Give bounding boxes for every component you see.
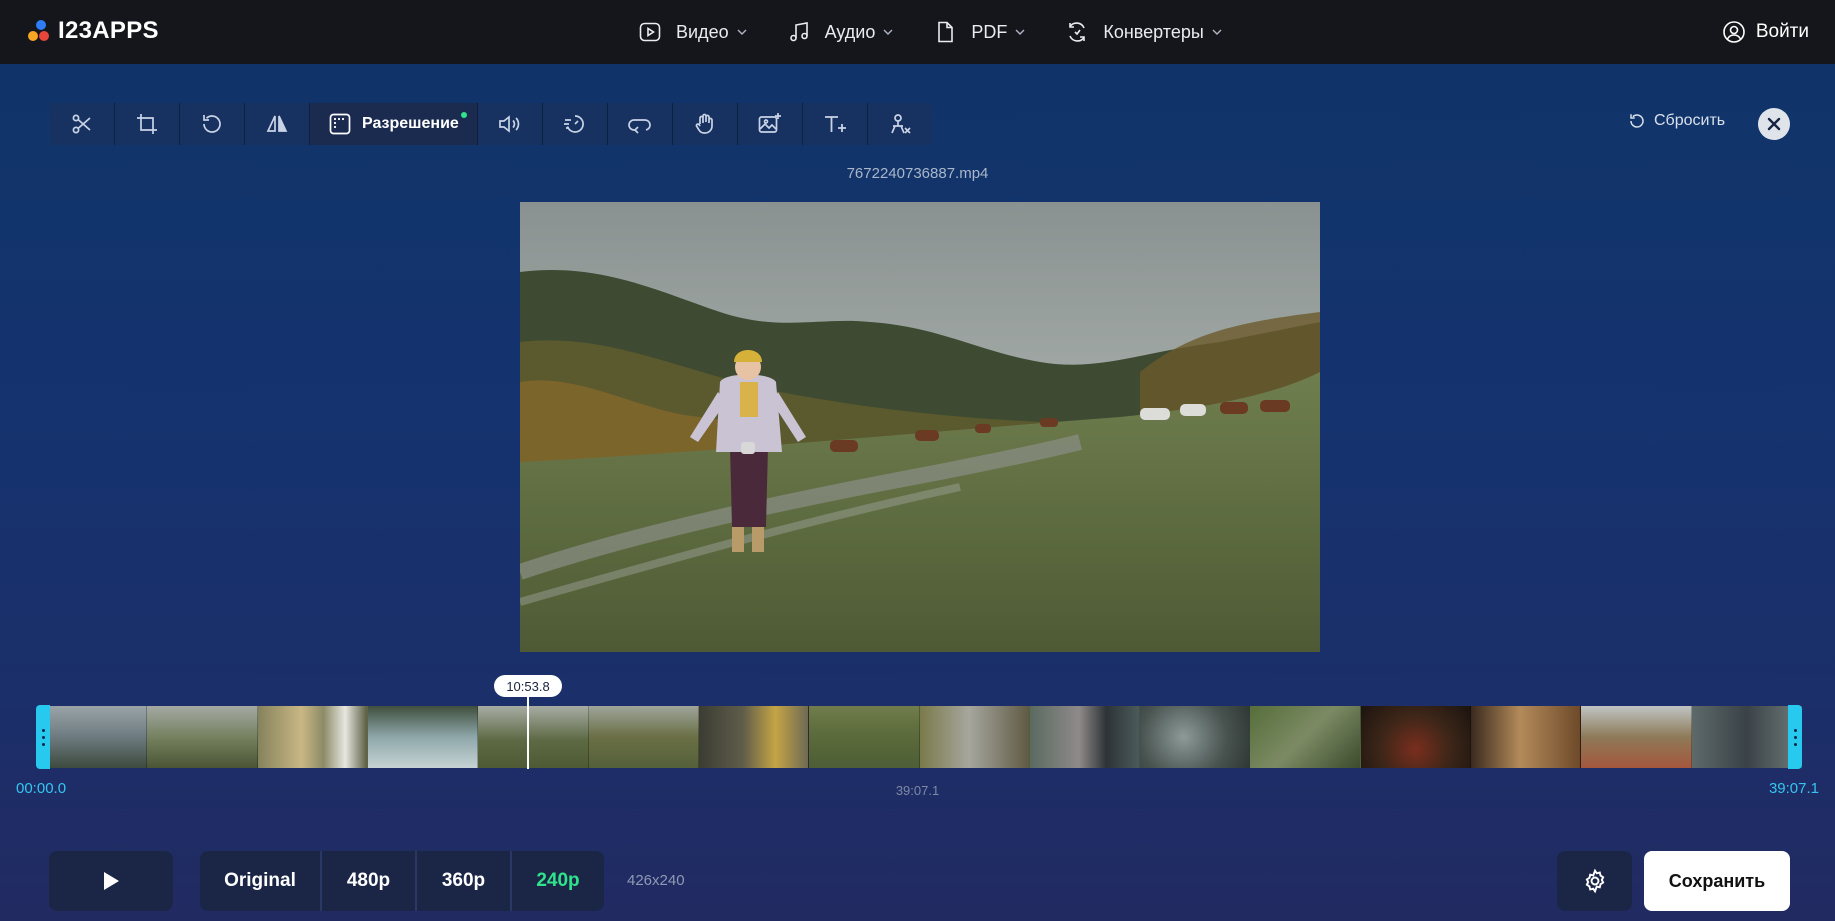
play-button[interactable] <box>49 851 173 911</box>
timeline-thumbnail <box>919 706 1030 768</box>
nav-converters-label: Конвертеры <box>1103 21 1204 42</box>
add-image-icon <box>758 113 781 133</box>
video-preview[interactable] <box>520 202 1320 652</box>
crop-icon <box>137 114 157 134</box>
timeline-thumbnail <box>1029 706 1141 768</box>
hand-icon <box>695 113 713 134</box>
settings-button[interactable] <box>1557 851 1632 911</box>
chevron-down-icon <box>1212 29 1222 35</box>
timeline-thumbnail <box>1581 706 1692 768</box>
nav-pdf[interactable]: PDF <box>933 0 1027 64</box>
output-dimensions: 426x240 <box>627 872 685 889</box>
tool-speed[interactable] <box>543 103 608 145</box>
timeline-thumbnail <box>1360 706 1472 768</box>
timeline-thumbnail <box>367 706 479 768</box>
timeline-thumbnail <box>37 706 148 768</box>
timeline-thumbnail <box>478 706 589 768</box>
timeline-playhead[interactable] <box>527 697 529 769</box>
flip-icon <box>266 115 288 132</box>
volume-icon <box>498 115 520 133</box>
document-icon <box>938 21 954 43</box>
timeline-thumbnail <box>1691 706 1802 768</box>
playhead-time-label: 10:53.8 <box>494 675 562 697</box>
tool-loop[interactable] <box>608 103 673 145</box>
resolution-icon <box>329 113 351 135</box>
tool-cut[interactable] <box>50 103 115 145</box>
nav-audio[interactable]: Аудио <box>787 0 896 64</box>
speed-icon <box>563 115 584 133</box>
file-name: 7672240736887.mp4 <box>846 165 989 182</box>
save-button[interactable]: Сохранить <box>1644 851 1790 911</box>
logo-text: I23APPS <box>58 17 159 44</box>
gear-icon <box>1585 868 1604 894</box>
editor-toolbar: Разрешение <box>50 103 932 145</box>
nav-video[interactable]: Видео <box>638 0 749 64</box>
timeline-thumbnail <box>1140 706 1251 768</box>
close-icon <box>1767 117 1781 131</box>
convert-icon <box>1069 22 1086 42</box>
play-icon <box>104 872 119 890</box>
music-note-icon <box>789 22 808 42</box>
tool-rotate[interactable] <box>180 103 245 145</box>
login-button[interactable]: Войти <box>1722 0 1809 64</box>
rotate-icon <box>203 115 221 133</box>
top-navigation-bar: I23APPS Видео Аудио PDF Конвертеры Войти <box>0 0 1835 64</box>
remove-logo-icon <box>891 114 911 134</box>
nav-converters[interactable]: Конвертеры <box>1065 0 1223 64</box>
trim-handle-end[interactable] <box>1788 705 1802 769</box>
chevron-down-icon <box>1015 29 1025 35</box>
tool-volume[interactable] <box>478 103 543 145</box>
timeline-thumbnail <box>1250 706 1361 768</box>
main-nav: Видео Аудио PDF Конвертеры <box>638 0 1262 64</box>
tool-resolution-label: Разрешение <box>362 115 459 132</box>
reset-button[interactable]: Сбросить <box>1628 112 1725 130</box>
resolution-option-original[interactable]: Original <box>200 851 322 911</box>
timeline-thumbnail-strip[interactable] <box>37 706 1802 768</box>
chevron-down-icon <box>883 29 893 35</box>
scissors-icon <box>72 114 91 134</box>
timeline-thumbnail <box>1471 706 1582 768</box>
close-button[interactable] <box>1758 108 1790 140</box>
tool-crop[interactable] <box>115 103 180 145</box>
play-square-icon <box>639 22 661 42</box>
reset-label: Сбросить <box>1654 112 1726 129</box>
timeline-end-time: 39:07.1 <box>1768 780 1819 797</box>
timeline-thumbnail <box>588 706 699 768</box>
logo[interactable]: I23APPS <box>28 16 159 46</box>
user-circle-icon <box>1723 21 1745 43</box>
tool-add-text[interactable] <box>803 103 868 145</box>
resolution-option-360p[interactable]: 360p <box>417 851 512 911</box>
logo-mark-icon <box>28 19 52 43</box>
timeline-thumbnail <box>698 706 810 768</box>
nav-pdf-label: PDF <box>971 21 1008 42</box>
timeline-thumbnail <box>147 706 258 768</box>
tool-add-image[interactable] <box>738 103 803 145</box>
resolution-option-480p[interactable]: 480p <box>322 851 417 911</box>
tool-resolution[interactable]: Разрешение <box>310 103 478 145</box>
loop-icon <box>628 119 651 134</box>
nav-video-label: Видео <box>676 21 729 42</box>
timeline-thumbnail <box>257 706 368 768</box>
nav-audio-label: Аудио <box>824 21 876 42</box>
timeline-duration: 39:07.1 <box>895 783 940 798</box>
tool-remove-logo[interactable] <box>868 103 932 145</box>
video-frame <box>520 202 1320 652</box>
login-label: Войти <box>1755 21 1809 42</box>
active-indicator-dot <box>460 112 467 118</box>
chevron-down-icon <box>737 29 747 35</box>
resolution-option-240p[interactable]: 240p <box>512 851 604 911</box>
trim-handle-start[interactable] <box>36 705 50 769</box>
undo-icon <box>1630 114 1644 128</box>
tool-flip[interactable] <box>245 103 310 145</box>
add-text-icon <box>824 116 846 132</box>
resolution-options: Original 480p 360p 240p <box>200 851 604 911</box>
tool-stabilize[interactable] <box>673 103 738 145</box>
timeline-thumbnail <box>809 706 920 768</box>
